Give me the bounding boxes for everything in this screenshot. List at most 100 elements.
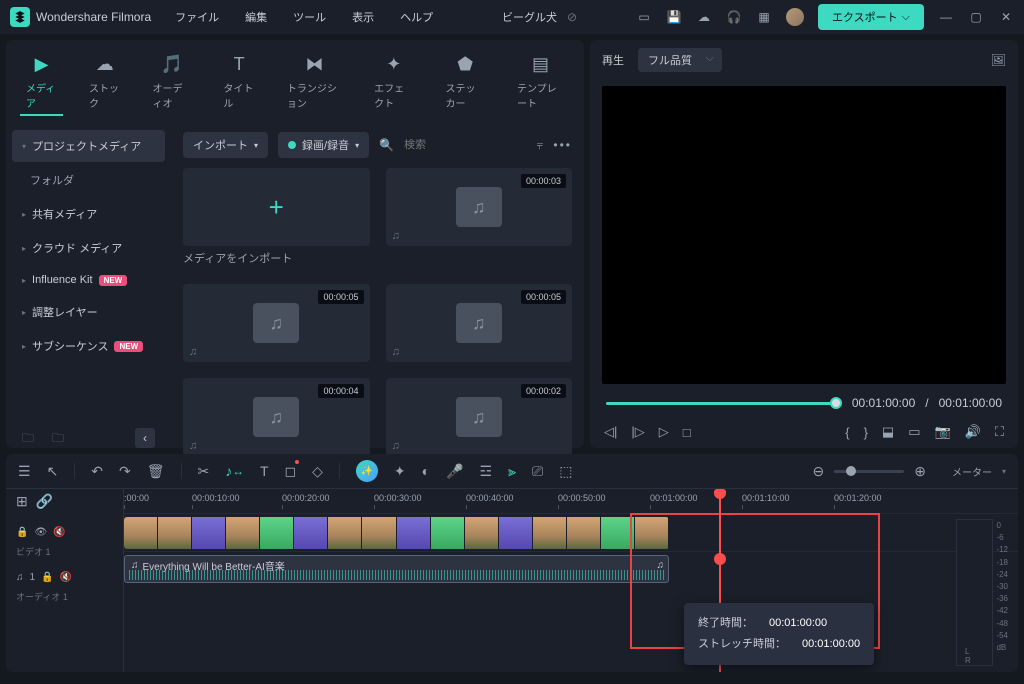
sidebar-cloud-media[interactable]: ▸クラウド メディア	[12, 232, 165, 264]
headphones-icon[interactable]: 🎧	[726, 9, 742, 25]
marker-icon[interactable]: ⬓	[882, 424, 894, 440]
menu-tool[interactable]: ツール	[283, 5, 336, 29]
zoom-in-icon[interactable]: ⊕	[914, 463, 926, 480]
user-avatar[interactable]	[786, 8, 804, 26]
media-item[interactable]: ♫00:00:04♫	[183, 378, 370, 456]
color-icon[interactable]: ◐	[422, 463, 430, 479]
crop-icon[interactable]: ◻	[285, 463, 297, 480]
tab-sticker[interactable]: ⬟ステッカー	[440, 48, 491, 116]
sidebar-subsequence[interactable]: ▸サブシーケンスNEW	[12, 330, 165, 362]
scrub-slider[interactable]	[606, 402, 842, 405]
play-icon[interactable]: ▷	[659, 424, 669, 440]
mixer-icon[interactable]: ☲	[480, 463, 493, 480]
device-icon[interactable]: ▭	[636, 9, 652, 25]
timeline-ruler[interactable]: :00:00 00:00:10:00 00:00:20:00 00:00:30:…	[124, 489, 1018, 513]
select-icon[interactable]: ⬚	[559, 463, 572, 480]
folder-add-icon[interactable]: 🗀	[22, 429, 40, 447]
volume-icon[interactable]: 🔊	[965, 424, 981, 440]
search-input[interactable]	[404, 139, 484, 151]
more-icon[interactable]: •••	[553, 138, 572, 152]
snapshot-icon[interactable]: 🖼	[991, 53, 1006, 67]
import-dropdown[interactable]: インポート▾	[183, 132, 268, 158]
fullscreen-icon[interactable]: ⛶	[995, 424, 1004, 440]
sidebar-adjustment[interactable]: ▸調整レイヤー	[12, 296, 165, 328]
lock-icon[interactable]: 🔒	[16, 527, 28, 538]
sparkle-icon[interactable]: ✦	[394, 463, 406, 480]
tab-media[interactable]: ▶メディア	[20, 48, 63, 116]
video-track-label: ビデオ 1	[6, 545, 123, 558]
sidebar-project-media[interactable]: ▾プロジェクトメディア	[12, 130, 165, 162]
menu-file[interactable]: ファイル	[165, 5, 229, 29]
text-icon[interactable]: T	[260, 463, 269, 479]
audio-clip[interactable]: ♫Everything Will be Better-AI音楽 ♫	[124, 555, 669, 583]
keyframe-icon[interactable]: ◇	[312, 463, 323, 480]
audio-stretch-icon[interactable]: ♪↔	[225, 463, 244, 479]
tab-template[interactable]: ▤テンプレート	[511, 48, 570, 116]
media-item[interactable]: ♫00:00:05♫	[386, 284, 573, 362]
save-icon[interactable]: 💾	[666, 9, 682, 25]
zoom-slider[interactable]	[834, 470, 904, 473]
mute-icon[interactable]: 🔇	[60, 572, 72, 583]
sidebar-collapse-button[interactable]: ‹	[135, 428, 155, 448]
menu-help[interactable]: ヘルプ	[390, 5, 443, 29]
redo-icon[interactable]: ↷	[119, 463, 131, 480]
app-logo-icon	[10, 7, 30, 27]
meter-label[interactable]: メーター	[952, 464, 992, 479]
undo-icon[interactable]: ↶	[91, 463, 103, 480]
beat-icon[interactable]: ⫸	[508, 463, 516, 480]
quality-dropdown[interactable]: フル品質	[638, 48, 722, 72]
mic-icon[interactable]: 🎤	[446, 463, 463, 480]
video-track[interactable]	[124, 513, 1018, 551]
compare-icon[interactable]: ▭	[908, 424, 920, 440]
export-button[interactable]: エクスポート⌵	[818, 4, 924, 30]
track-add-icon[interactable]: ⊞	[16, 493, 28, 510]
filter-icon[interactable]: ⫧	[537, 138, 544, 153]
audio-track[interactable]: ♫Everything Will be Better-AI音楽 ♫	[124, 551, 1018, 589]
apps-icon[interactable]: ▦	[756, 9, 772, 25]
maximize-button[interactable]: ▢	[968, 9, 984, 25]
delete-icon[interactable]: 🗑	[147, 463, 165, 480]
mark-out-icon[interactable]: }	[864, 425, 868, 440]
tab-transition[interactable]: ⧓トランジション	[281, 48, 348, 116]
tab-title[interactable]: Tタイトル	[217, 48, 261, 116]
menu-view[interactable]: 表示	[342, 5, 384, 29]
import-card[interactable]: + メディアをインポート	[183, 168, 370, 246]
cursor-icon[interactable]: ↖	[47, 463, 59, 480]
tab-stock[interactable]: ☁ストック	[83, 48, 127, 116]
prev-frame-icon[interactable]: ◁|	[604, 424, 617, 440]
render-icon[interactable]: ⎚	[532, 463, 543, 480]
audio-icon: 🎵	[160, 52, 184, 76]
link-icon[interactable]: 🔗	[36, 493, 53, 510]
menu-edit[interactable]: 編集	[235, 5, 277, 29]
tab-audio[interactable]: 🎵オーディオ	[147, 48, 198, 116]
next-frame-icon[interactable]: |▷	[631, 424, 644, 440]
time-current: 00:01:00:00	[852, 396, 915, 410]
close-button[interactable]: ✕	[998, 9, 1014, 25]
sidebar-shared-media[interactable]: ▸共有メディア	[12, 198, 165, 230]
media-item[interactable]: ♫00:00:03♫	[386, 168, 573, 246]
mark-in-icon[interactable]: {	[845, 425, 849, 440]
cut-icon[interactable]: ✂	[198, 463, 210, 480]
minimize-button[interactable]: —	[938, 9, 954, 25]
transition-icon: ⧓	[303, 52, 327, 76]
eye-icon[interactable]: 👁	[34, 527, 47, 538]
media-item[interactable]: ♫00:00:02♫	[386, 378, 573, 456]
scrub-handle[interactable]	[830, 397, 842, 409]
camera-icon[interactable]: 📷	[935, 424, 951, 440]
sidebar-influence-kit[interactable]: ▸Influence KitNEW	[12, 266, 165, 294]
folder-icon[interactable]: 🗀	[52, 429, 70, 447]
record-dropdown[interactable]: 録画/録音▾	[278, 132, 369, 158]
mute-icon[interactable]: 🔇	[53, 527, 65, 538]
zoom-out-icon[interactable]: ⊖	[813, 463, 825, 480]
cloud-icon[interactable]: ☁	[696, 9, 712, 25]
video-clip[interactable]	[124, 517, 669, 549]
preview-video[interactable]	[602, 86, 1006, 384]
media-item[interactable]: ♫00:00:05♫	[183, 284, 370, 362]
tracks-icon[interactable]: ☰	[18, 463, 31, 480]
search-icon: 🔍	[379, 138, 394, 152]
stop-icon[interactable]: □	[683, 425, 691, 440]
ai-icon[interactable]: ✨	[356, 460, 378, 482]
titlebar-search-text[interactable]: ビーグル犬	[502, 9, 557, 25]
lock-icon[interactable]: 🔒	[41, 572, 53, 583]
tab-effect[interactable]: ✦エフェクト	[368, 48, 419, 116]
